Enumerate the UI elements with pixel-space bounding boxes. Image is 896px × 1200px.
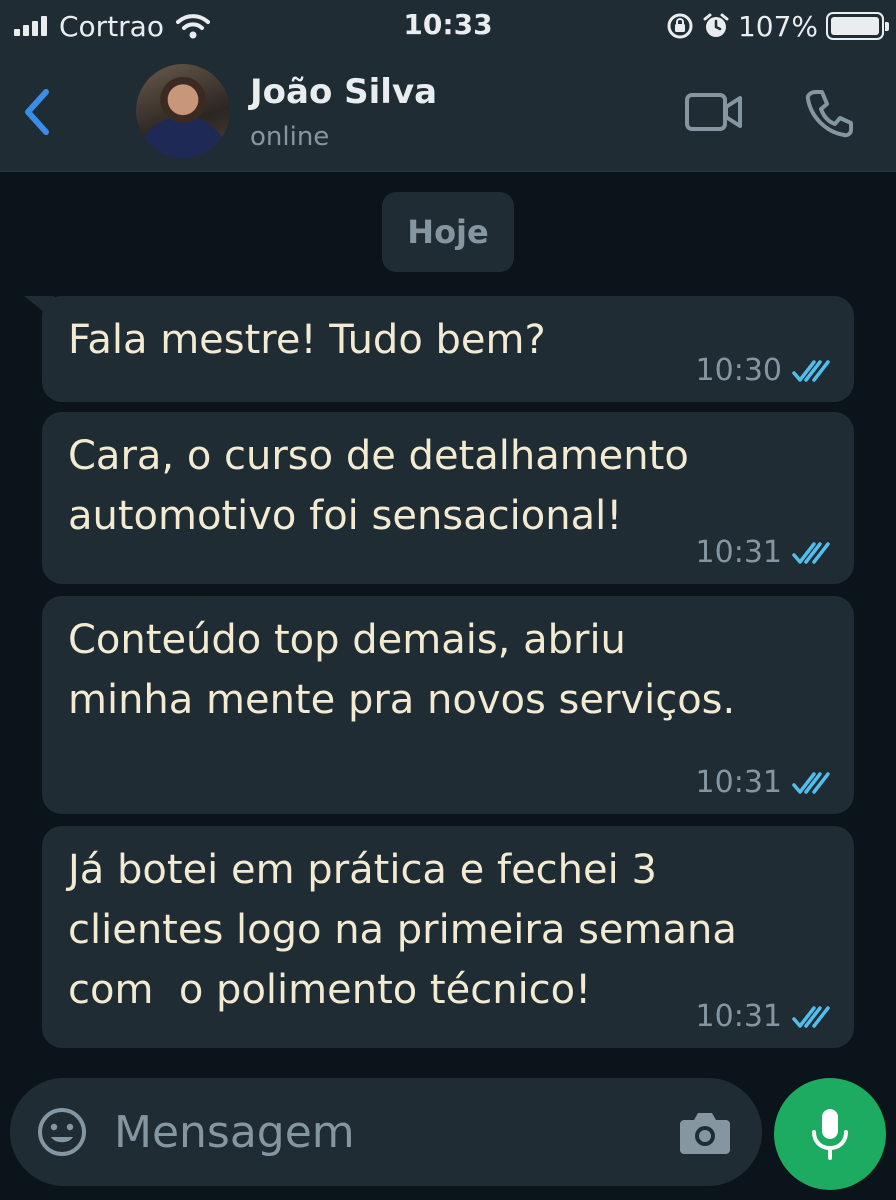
message-time: 10:31	[695, 535, 782, 570]
read-receipt-icon	[792, 771, 830, 794]
emoji-icon[interactable]	[36, 1106, 88, 1158]
bubble-tail	[24, 296, 54, 320]
alarm-icon	[703, 13, 729, 37]
message-meta: 10:31	[696, 999, 832, 1034]
chat-header: João Silva online	[0, 52, 896, 172]
message-bubble[interactable]: Conteúdo top demais, abriu minha mente p…	[42, 596, 854, 814]
message-meta: 10:30	[696, 353, 832, 388]
camera-icon[interactable]	[678, 1108, 732, 1156]
battery-percentage: 107%	[737, 9, 818, 43]
message-text: Já botei em prática e fechei 3 clientes …	[68, 847, 737, 1013]
status-bar: Cortrao 10:33 107%	[0, 0, 896, 52]
message-composer	[10, 1078, 762, 1186]
avatar[interactable]	[136, 64, 230, 158]
message-time: 10:30	[695, 353, 782, 388]
contact-status: online	[250, 122, 330, 152]
read-receipt-icon	[792, 541, 830, 564]
message-meta: 10:31	[696, 765, 832, 800]
microphone-button[interactable]	[774, 1078, 886, 1190]
message-input[interactable]	[114, 1098, 654, 1166]
read-receipt-icon	[792, 359, 830, 382]
message-bubble[interactable]: Fala mestre! Tudo bem? 10:30	[24, 296, 854, 402]
date-chip: Hoje	[382, 192, 514, 272]
read-receipt-icon	[792, 1005, 830, 1028]
status-right: 107%	[666, 8, 889, 44]
message-bubble[interactable]: Já botei em prática e fechei 3 clientes …	[42, 826, 854, 1048]
rotation-lock-icon	[667, 13, 693, 39]
message-text: Cara, o curso de detalhamento automotivo…	[68, 433, 689, 539]
message-time: 10:31	[695, 765, 782, 800]
video-call-icon[interactable]	[684, 90, 744, 134]
message-bubble[interactable]: Cara, o curso de detalhamento automotivo…	[42, 412, 854, 584]
message-meta: 10:31	[696, 535, 832, 570]
battery-icon	[826, 12, 889, 40]
back-chevron-icon[interactable]	[14, 82, 60, 142]
contact-name[interactable]: João Silva	[250, 72, 437, 112]
microphone-icon	[812, 1109, 848, 1160]
message-time: 10:31	[695, 999, 782, 1034]
message-text: Conteúdo top demais, abriu minha mente p…	[68, 617, 736, 723]
phone-icon[interactable]	[802, 86, 856, 140]
chat-area[interactable]: Hoje Fala mestre! Tudo bem? 10:30 Cara, …	[0, 172, 896, 1062]
